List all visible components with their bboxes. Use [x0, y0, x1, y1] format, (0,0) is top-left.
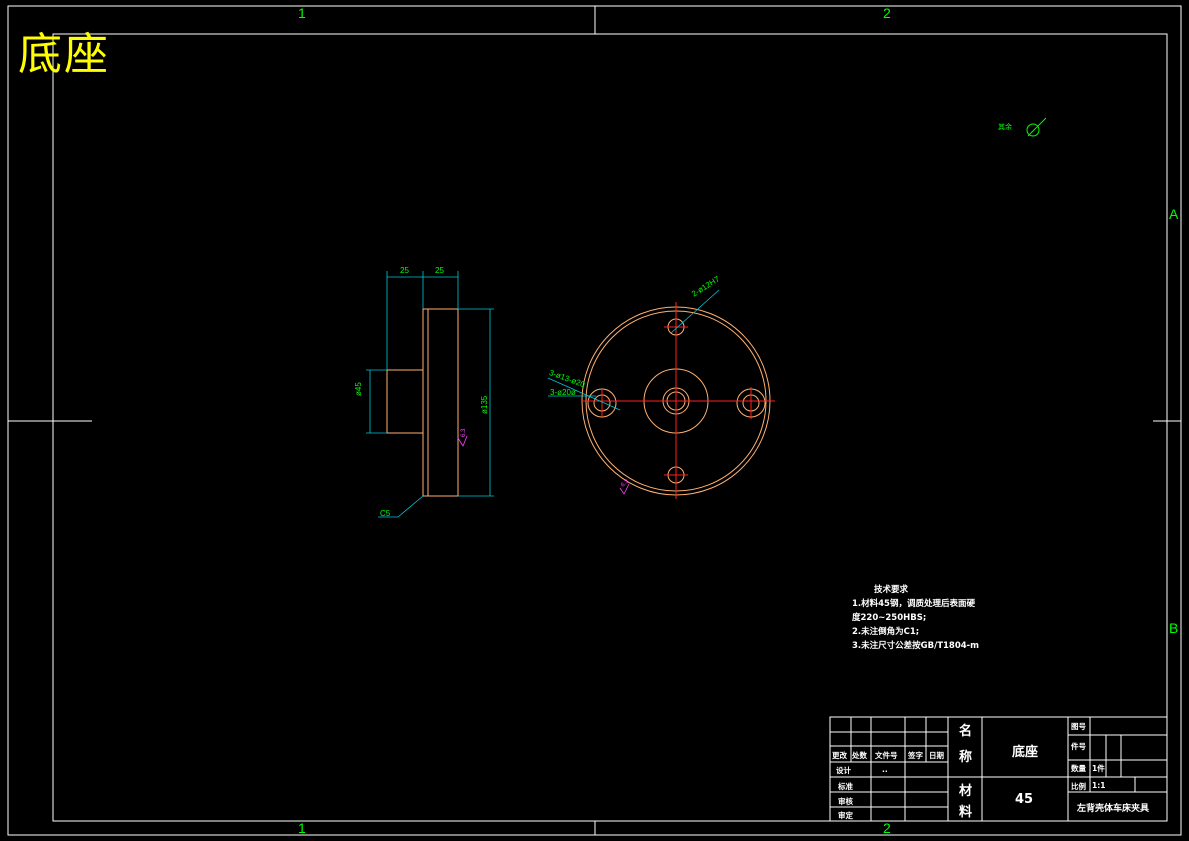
- front-view: [547, 289, 775, 499]
- tb-standard-label: 标准: [838, 782, 853, 791]
- dim-chamfer: C5: [380, 509, 391, 518]
- tb-design-value: ..: [882, 765, 888, 774]
- tb-hdr-mark: 更改: [832, 751, 847, 760]
- zone-col-2-bottom: 2: [883, 820, 891, 836]
- tb-drawing-no-label: 图号: [1071, 722, 1086, 731]
- dim-width-a: 25: [400, 266, 409, 275]
- drawing-title: 底座: [18, 29, 110, 80]
- side-view: [366, 271, 494, 518]
- tb-hdr-count: 处数: [852, 751, 867, 760]
- tb-name-label-2: 称: [959, 750, 973, 765]
- tb-material-label-1: 材: [959, 784, 973, 799]
- tb-hdr-date: 日期: [929, 751, 944, 760]
- tb-hdr-sign: 签字: [908, 751, 923, 760]
- zone-col-1-bottom: 1: [298, 820, 306, 836]
- center-lines: [581, 302, 775, 499]
- tb-scale-label: 比例: [1071, 782, 1086, 791]
- tb-material-value: 45: [1015, 792, 1034, 807]
- inner-frame: [52, 33, 1168, 822]
- notes-line: 1.材料45钢，调质处理后表面硬: [852, 599, 975, 609]
- dimension-lines: [366, 271, 494, 518]
- dim-hub-dia: ø45: [354, 382, 363, 396]
- zone-col-2-top: 2: [883, 5, 891, 21]
- roughness-side-value: 6.3: [461, 428, 467, 437]
- tb-review-label: 审核: [838, 797, 853, 806]
- tb-project: 左背壳体车床夹具: [1077, 804, 1150, 814]
- tb-design-label: 设计: [836, 766, 851, 775]
- dim-flange-dia: ø135: [480, 395, 489, 414]
- technical-notes: 技术要求 1.材料45钢，调质处理后表面硬 度220~250HBS; 2.未注倒…: [852, 583, 979, 653]
- tb-qty-value: 1件: [1092, 764, 1105, 773]
- zone-row-b: B: [1169, 620, 1179, 636]
- zone-row-a: A: [1169, 206, 1179, 222]
- roughness-symbol-side: [457, 435, 468, 447]
- tb-approve-label: 审定: [838, 811, 853, 820]
- roughness-other-label: 其余: [998, 124, 1012, 131]
- notes-line: 3.未注尺寸公差按GB/T1804-m: [852, 641, 980, 651]
- tb-name-label-1: 名: [959, 724, 973, 739]
- dim-width-b: 25: [435, 266, 444, 275]
- tb-part-name: 底座: [1012, 745, 1039, 760]
- notes-line: 度220~250HBS;: [852, 613, 927, 623]
- tb-qty-label: 数量: [1071, 764, 1086, 773]
- roughness-other-symbol: [1026, 117, 1047, 137]
- dim-cbore-small: 3-ø20ø: [550, 388, 576, 397]
- tb-material-label-2: 料: [959, 805, 973, 820]
- tb-piece-no-label: 件号: [1071, 742, 1086, 751]
- zone-col-1-top: 1: [298, 5, 306, 21]
- notes-heading: 技术要求: [874, 585, 909, 595]
- tb-hdr-doc: 文件号: [875, 751, 898, 760]
- tb-scale-value: 1:1: [1092, 781, 1106, 790]
- notes-line: 2.未注倒角为C1;: [852, 627, 920, 637]
- hub-outline: [386, 369, 424, 434]
